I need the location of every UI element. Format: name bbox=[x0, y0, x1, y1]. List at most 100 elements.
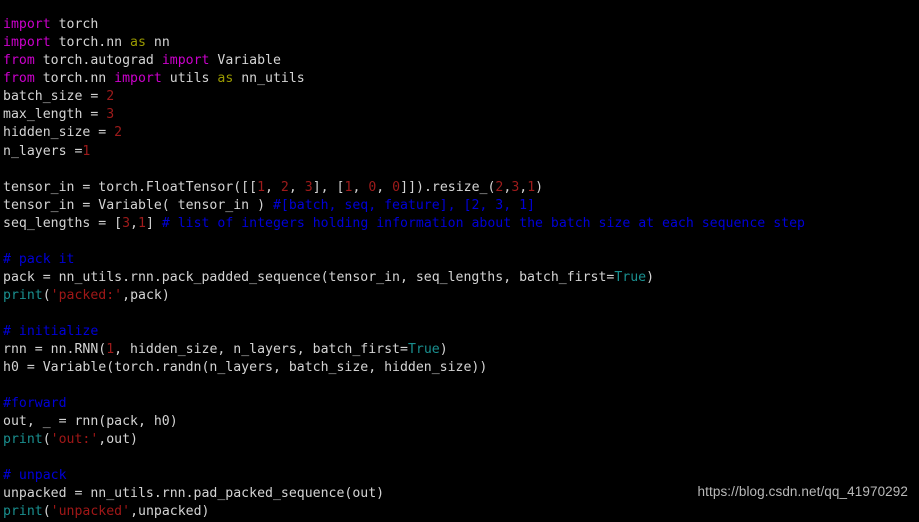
code-token: # list of integers holding information a… bbox=[161, 215, 805, 231]
code-token: 3 bbox=[122, 215, 131, 231]
code-token: rnn = nn.RNN( bbox=[3, 342, 107, 358]
code-token: as bbox=[217, 71, 234, 87]
code-token: import bbox=[3, 17, 51, 33]
code-token: h0 = Variable(torch.randn(n_layers, batc… bbox=[3, 360, 488, 376]
code-token: 1 bbox=[257, 179, 266, 195]
code-token: ] bbox=[145, 215, 162, 231]
code-token: ) bbox=[646, 269, 655, 285]
watermark-url: https://blog.csdn.net/qq_41970292 bbox=[697, 484, 908, 499]
code-line: print('out:',out) bbox=[3, 431, 805, 449]
code-token: 0 bbox=[392, 179, 401, 195]
code-token: 3 bbox=[106, 107, 115, 123]
code-token: , bbox=[265, 179, 281, 195]
code-token: unpacked = nn_utils.rnn.pad_packed_seque… bbox=[3, 486, 385, 502]
code-token: ) bbox=[535, 179, 544, 195]
code-token: #forward bbox=[3, 396, 67, 412]
code-token: print bbox=[3, 504, 43, 520]
code-line: from torch.autograd import Variable bbox=[3, 52, 805, 70]
code-listing[interactable]: import torch import torch.nn as nn from to… bbox=[3, 16, 805, 521]
code-token: #[batch, seq, feature], [2, 3, 1] bbox=[272, 197, 535, 213]
code-line: unpacked = nn_utils.rnn.pad_packed_seque… bbox=[3, 485, 805, 503]
code-token: out, _ = rnn(pack, h0) bbox=[3, 414, 178, 430]
code-token: 'out:' bbox=[50, 432, 99, 448]
code-token: ) bbox=[439, 342, 448, 358]
code-token: n_layers = bbox=[3, 143, 83, 159]
code-token: print bbox=[3, 432, 43, 448]
code-token: nn_utils bbox=[233, 71, 305, 87]
code-token: ( bbox=[42, 504, 51, 520]
code-line: import torch bbox=[3, 16, 805, 34]
code-token: utils bbox=[161, 71, 218, 87]
code-line: # pack it bbox=[3, 251, 805, 269]
code-token: 'unpacked' bbox=[50, 504, 131, 520]
code-token: torch.nn bbox=[50, 35, 131, 51]
code-line: tensor_in = Variable( tensor_in ) #[batc… bbox=[3, 197, 805, 215]
code-line: tensor_in = torch.FloatTensor([[1, 2, 3]… bbox=[3, 179, 805, 197]
code-line: seq_lengths = [3,1] # list of integers h… bbox=[3, 215, 805, 233]
code-line: hidden_size = 2 bbox=[3, 124, 805, 142]
code-token: torch.autograd bbox=[34, 53, 162, 69]
code-line: import torch.nn as nn bbox=[3, 34, 805, 52]
code-token: ( bbox=[42, 287, 51, 303]
code-token: hidden_size = bbox=[3, 125, 115, 141]
code-line: out, _ = rnn(pack, h0) bbox=[3, 413, 805, 431]
code-token: from bbox=[3, 53, 35, 69]
code-token: ]]).resize_( bbox=[400, 179, 496, 195]
code-token: print bbox=[3, 287, 43, 303]
code-token: nn bbox=[145, 35, 170, 51]
code-line: print('unpacked',unpacked) bbox=[3, 503, 805, 521]
code-line: # initialize bbox=[3, 323, 805, 341]
code-token: Variable bbox=[209, 53, 281, 69]
code-token: 1 bbox=[106, 342, 115, 358]
code-line: print('packed:',pack) bbox=[3, 287, 805, 305]
code-token: # initialize bbox=[3, 323, 99, 339]
code-token: import bbox=[114, 71, 162, 87]
code-line: from torch.nn import utils as nn_utils bbox=[3, 70, 805, 88]
code-token: 2 bbox=[280, 179, 289, 195]
code-token: 2 bbox=[106, 89, 115, 105]
code-token: pack = nn_utils.rnn.pack_padded_sequence… bbox=[3, 269, 615, 285]
code-token: 1 bbox=[527, 179, 536, 195]
code-token: , hidden_size, n_layers, batch_first= bbox=[114, 342, 408, 358]
code-token: 'packed:' bbox=[50, 287, 123, 303]
code-token: ,unpacked) bbox=[130, 504, 210, 520]
code-token: as bbox=[130, 35, 146, 51]
code-token: , bbox=[352, 179, 369, 195]
code-token: import bbox=[3, 35, 51, 51]
code-line: h0 = Variable(torch.randn(n_layers, batc… bbox=[3, 359, 805, 377]
code-token: from bbox=[3, 71, 35, 87]
code-token: # pack it bbox=[3, 251, 75, 267]
code-token: 2 bbox=[114, 125, 123, 141]
code-token: torch bbox=[50, 17, 99, 33]
code-line: rnn = nn.RNN(1, hidden_size, n_layers, b… bbox=[3, 341, 805, 359]
code-token: batch_size = bbox=[3, 89, 107, 105]
code-token: tensor_in = torch.FloatTensor([[ bbox=[3, 179, 258, 195]
code-token: 1 bbox=[82, 143, 91, 159]
code-token: max_length = bbox=[3, 107, 107, 123]
code-token: True bbox=[407, 342, 440, 358]
code-token: True bbox=[614, 269, 647, 285]
code-token: ( bbox=[42, 432, 51, 448]
code-token: ,pack) bbox=[122, 287, 170, 303]
code-token: 1 bbox=[138, 215, 146, 231]
code-line: n_layers =1 bbox=[3, 143, 805, 161]
code-line: # unpack bbox=[3, 467, 805, 485]
code-token: , bbox=[376, 179, 393, 195]
code-token: , bbox=[288, 179, 305, 195]
code-editor-surface: import torch import torch.nn as nn from to… bbox=[0, 0, 919, 519]
code-line: #forward bbox=[3, 395, 805, 413]
code-line: batch_size = 2 bbox=[3, 88, 805, 106]
code-token: # unpack bbox=[3, 468, 67, 484]
code-token: , bbox=[130, 215, 138, 231]
code-token: ], [ bbox=[312, 179, 345, 195]
code-token: tensor_in = Variable( tensor_in ) bbox=[3, 197, 273, 213]
code-line: pack = nn_utils.rnn.pack_padded_sequence… bbox=[3, 269, 805, 287]
code-token: 3 bbox=[304, 179, 313, 195]
code-token: torch.nn bbox=[34, 71, 115, 87]
code-token: ,out) bbox=[98, 432, 138, 448]
